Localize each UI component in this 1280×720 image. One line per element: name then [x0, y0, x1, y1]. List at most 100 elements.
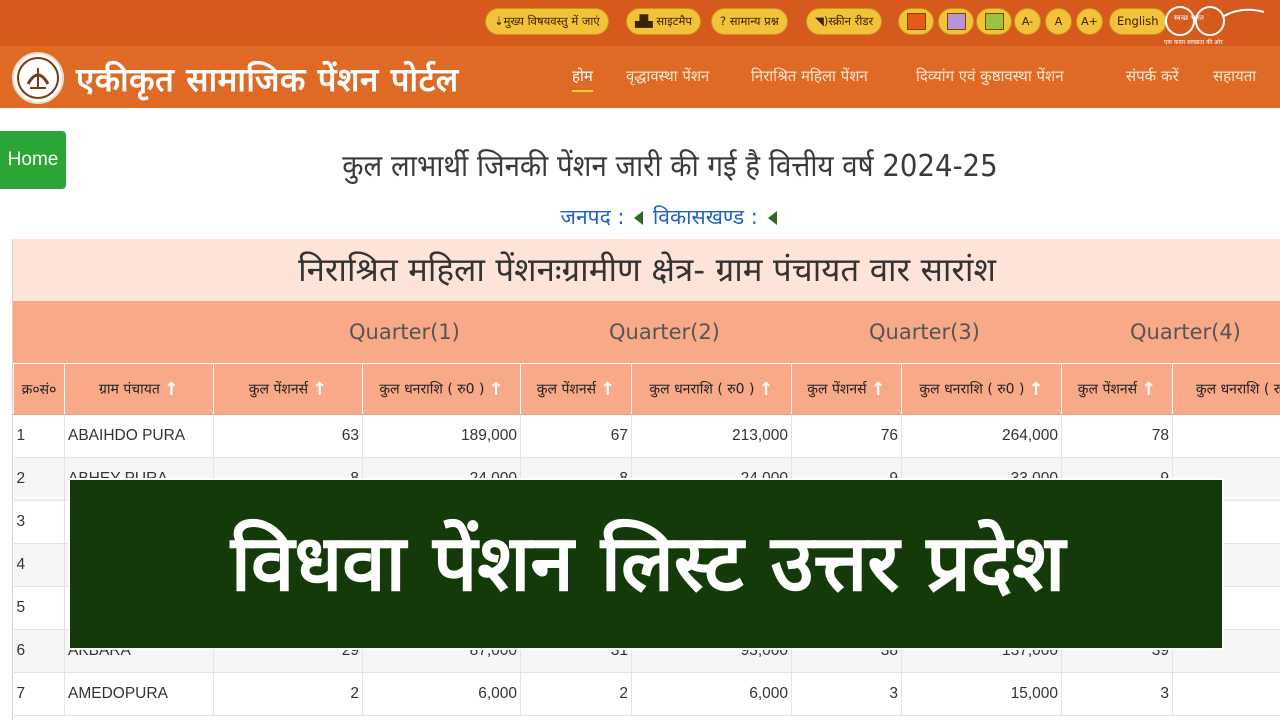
- faq-label: सामान्य प्रश्न: [729, 14, 779, 28]
- sort-arrow-up-icon[interactable]: ↑: [489, 379, 504, 400]
- block-label: विकासखण्ड :: [652, 205, 758, 229]
- value-cell: 78: [1061, 414, 1173, 458]
- sort-arrow-up-icon[interactable]: ↑: [1029, 379, 1044, 400]
- row-serial-cell: 6: [13, 629, 65, 673]
- value-cell: 2: [213, 672, 363, 716]
- value-cell: [1172, 672, 1280, 716]
- skip-to-content-label: मुख्य विषयवस्तु में जाएं: [503, 14, 600, 28]
- faq-button[interactable]: ? सामान्य प्रश्न: [711, 8, 788, 35]
- location-filter: जनपद : विकासखण्ड :: [540, 203, 800, 231]
- row-serial-cell: 3: [13, 500, 65, 544]
- swachh-logo-text: स्वच्छ भारत: [1174, 14, 1204, 22]
- theme-orange-fill: [907, 13, 926, 30]
- table-row: 7 AMEDOPURA 2 6,000 2 6,000 3 15,000 3: [13, 672, 1280, 716]
- value-cell: 189,000: [362, 414, 521, 458]
- col-q3-amount-label: कुल धनराशि ( रु0 ): [919, 381, 1025, 397]
- district-label: जनपद :: [560, 205, 625, 229]
- font-decrease-button[interactable]: A-: [1014, 8, 1041, 35]
- col-q2-pensioners[interactable]: कुल पेंशनर्स ↑: [520, 363, 632, 415]
- quarter-4-label: Quarter(4): [1130, 320, 1241, 344]
- theme-purple-fill: [947, 13, 966, 30]
- value-cell: 15,000: [901, 672, 1062, 716]
- swachh-tagline: एक कदम स्वच्छता की ओर: [1164, 39, 1223, 46]
- block-back-icon[interactable]: [767, 211, 777, 225]
- col-q3-amount[interactable]: कुल धनराशि ( रु0 ) ↑: [901, 363, 1062, 415]
- swachh-bharat-logo: स्वच्छ भारत एक कदम स्वच्छता की ओर: [1160, 2, 1272, 46]
- sort-arrow-up-icon[interactable]: ↑: [1141, 379, 1156, 400]
- quarter-header-row: Quarter(1) Quarter(2) Quarter(3) Quarter…: [13, 301, 1280, 363]
- value-cell: 63: [213, 414, 363, 458]
- col-serial-label: क्र०सं०: [21, 381, 57, 398]
- district-back-icon[interactable]: [634, 211, 644, 225]
- table-caption: निराश्रित महिला पेंशनःग्रामीण क्षेत्र- ग…: [13, 239, 1280, 301]
- portal-title[interactable]: एकीकृत सामाजिक पेंशन पोर्टल: [76, 56, 459, 101]
- sitemap-button[interactable]: ▟▙ साइटमैप: [626, 8, 701, 35]
- sort-arrow-up-icon[interactable]: ↑: [164, 379, 179, 400]
- col-q4-amount-label: कुल धनराशि ( रु0 ): [1195, 381, 1280, 397]
- font-increase-button[interactable]: A+: [1076, 8, 1103, 35]
- page-title: कुल लाभार्थी जिनकी पेंशन जारी की गई है व…: [342, 149, 998, 184]
- quarter-3-label: Quarter(3): [869, 320, 980, 344]
- col-q4-pensioners-label: कुल पेंशनर्स: [1077, 381, 1138, 397]
- value-cell: 264,000: [901, 414, 1062, 458]
- sitemap-label: साइटमैप: [656, 14, 692, 28]
- sort-arrow-up-icon[interactable]: ↑: [600, 379, 615, 400]
- nav-destitute-women-pension[interactable]: निराश्रित महिला पेंशन: [751, 66, 868, 86]
- site-header: एकीकृत सामाजिक पेंशन पोर्टल होम वृद्धावस…: [0, 46, 1280, 108]
- col-q2-amount[interactable]: कुल धनराशि ( रु0 ) ↑: [631, 363, 792, 415]
- value-cell: 3: [1061, 672, 1173, 716]
- col-serial: क्र०सं०: [13, 363, 65, 415]
- value-cell: [1172, 414, 1280, 458]
- home-button[interactable]: Home: [0, 131, 66, 189]
- col-q4-amount[interactable]: कुल धनराशि ( रु0 )↑: [1172, 363, 1280, 415]
- gram-panchayat-link[interactable]: ABAIHDO PURA: [64, 414, 214, 458]
- col-q4-pensioners[interactable]: कुल पेंशनर्स ↑: [1061, 363, 1173, 415]
- col-gram-panchayat[interactable]: ग्राम पंचायत ↑: [64, 363, 214, 415]
- col-q1-pensioners[interactable]: कुल पेंशनर्स ↑: [213, 363, 363, 415]
- sitemap-icon: ▟▙: [635, 14, 653, 28]
- banner-title: विधवा पेंशन लिस्ट उत्तर प्रदेश: [230, 519, 1066, 609]
- up-emblem-logo[interactable]: [12, 52, 64, 104]
- value-cell: 6,000: [631, 672, 792, 716]
- col-q1-pensioners-label: कुल पेंशनर्स: [248, 381, 309, 397]
- col-q2-amount-label: कुल धनराशि ( रु0 ): [649, 381, 755, 397]
- sort-arrow-up-icon[interactable]: ↑: [312, 379, 327, 400]
- value-cell: 3: [791, 672, 902, 716]
- sort-arrow-up-icon[interactable]: ↑: [871, 379, 886, 400]
- nav-old-age-pension[interactable]: वृद्धावस्था पेंशन: [626, 66, 709, 86]
- row-serial-cell: 7: [13, 672, 65, 716]
- speaker-icon: ◥): [815, 14, 829, 28]
- top-utility-bar: ⇣मुख्य विषयवस्तु में जाएं ▟▙ साइटमैप ? स…: [0, 0, 1280, 46]
- col-q2-pensioners-label: कुल पेंशनर्स: [536, 381, 597, 397]
- gram-panchayat-link[interactable]: AMEDOPURA: [64, 672, 214, 716]
- value-cell: 2: [520, 672, 632, 716]
- question-icon: ?: [720, 14, 727, 28]
- col-q1-amount[interactable]: कुल धनराशि ( रु0 ) ↑: [362, 363, 521, 415]
- nav-home[interactable]: होम: [572, 66, 593, 92]
- nav-help[interactable]: सहायता: [1213, 66, 1256, 86]
- theme-purple-swatch[interactable]: [938, 8, 974, 35]
- theme-orange-swatch[interactable]: [898, 8, 934, 35]
- emblem-icon: [17, 57, 59, 99]
- table-row: 1 ABAIHDO PURA 63 189,000 67 213,000 76 264,000…: [13, 414, 1280, 458]
- font-normal-button[interactable]: A: [1045, 8, 1072, 35]
- quarter-2-label: Quarter(2): [609, 320, 720, 344]
- arrow-down-icon: ⇣: [494, 14, 504, 28]
- value-cell: 67: [520, 414, 632, 458]
- value-cell: 6,000: [362, 672, 521, 716]
- nav-contact[interactable]: संपर्क करें: [1126, 66, 1179, 86]
- language-english-button[interactable]: English: [1109, 8, 1167, 35]
- theme-green-swatch[interactable]: [976, 8, 1012, 35]
- row-serial-cell: 2: [13, 457, 65, 501]
- value-cell: 213,000: [631, 414, 792, 458]
- screen-reader-button[interactable]: ◥)स्क्रीन रीडर: [806, 8, 883, 35]
- nav-disability-leprosy-pension[interactable]: दिव्यांग एवं कुष्ठावस्था पेंशन: [916, 66, 1064, 86]
- skip-to-content-button[interactable]: ⇣मुख्य विषयवस्तु में जाएं: [485, 8, 609, 35]
- col-q1-amount-label: कुल धनराशि ( रु0 ): [379, 381, 485, 397]
- col-q3-pensioners[interactable]: कुल पेंशनर्स ↑: [791, 363, 902, 415]
- column-header-row: क्र०सं० ग्राम पंचायत ↑ कुल पेंशनर्स ↑ कुल …: [13, 363, 1280, 415]
- title-banner: विधवा पेंशन लिस्ट उत्तर प्रदेश: [68, 478, 1224, 650]
- row-serial-cell: 5: [13, 586, 65, 630]
- row-serial-cell: 1: [13, 414, 65, 458]
- sort-arrow-up-icon[interactable]: ↑: [759, 379, 774, 400]
